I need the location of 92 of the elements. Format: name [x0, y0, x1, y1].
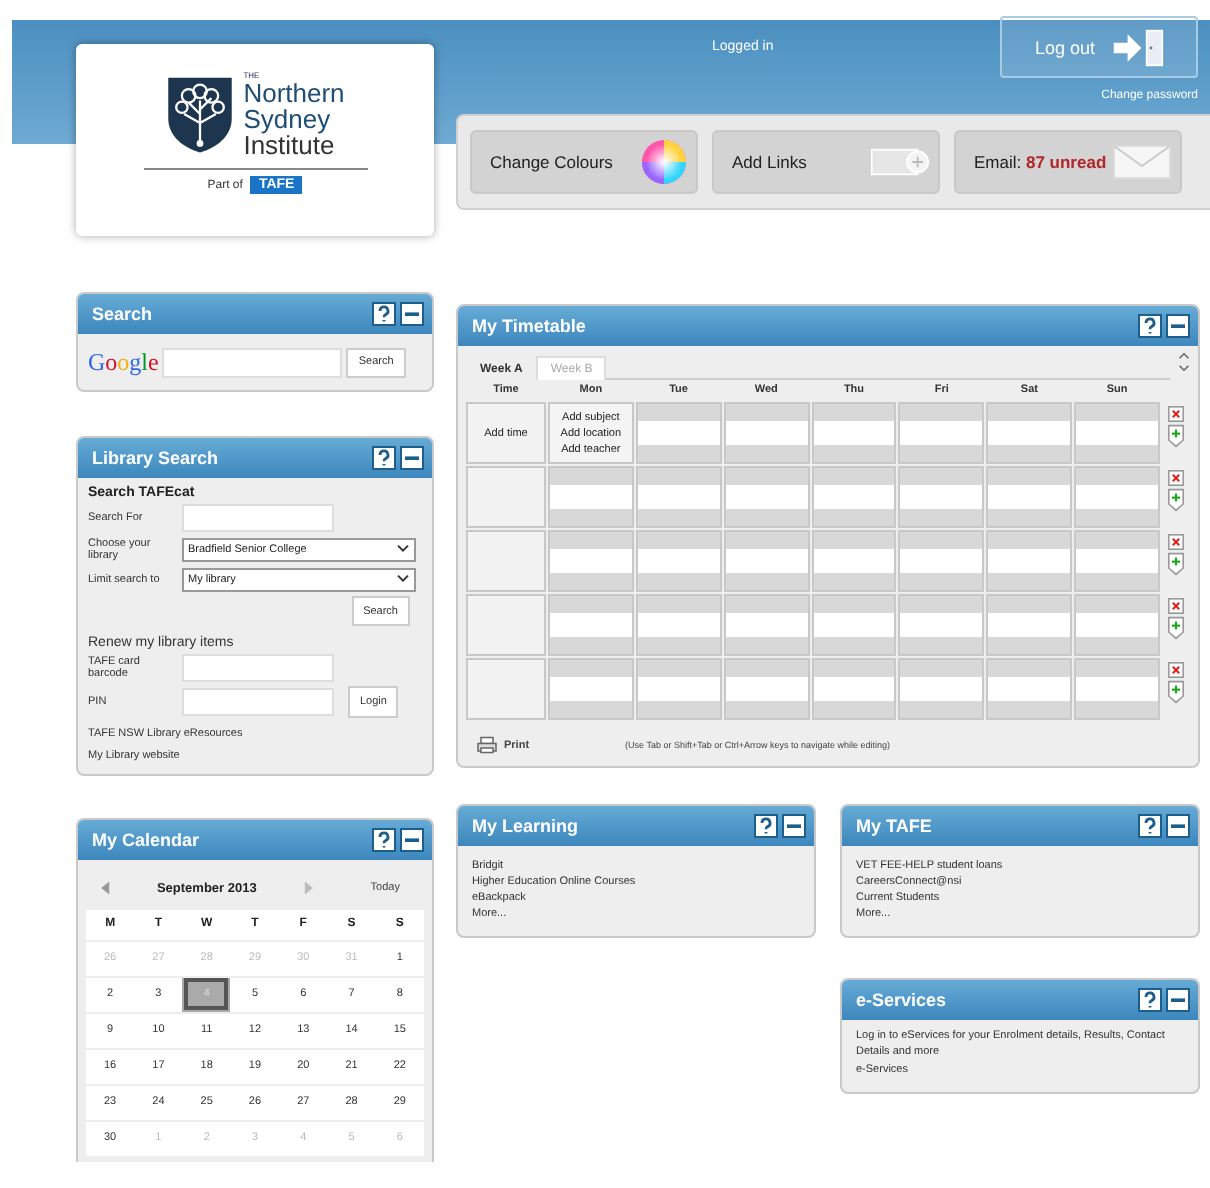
- class-cell[interactable]: [986, 530, 1073, 592]
- delete-row-icon[interactable]: [1168, 534, 1184, 550]
- text-field[interactable]: [182, 654, 334, 682]
- colour-wheel-icon: [640, 138, 688, 186]
- panel-title: e-Services: [856, 990, 947, 1010]
- printer-icon: [476, 736, 498, 754]
- class-cell[interactable]: [635, 658, 722, 720]
- logo-text: Sydney: [243, 106, 333, 132]
- panel-title: My Learning: [472, 816, 579, 836]
- class-cell[interactable]: [635, 530, 722, 592]
- toolbar-button[interactable]: Add Links: [712, 130, 940, 194]
- panel-title: My TAFE: [856, 816, 932, 836]
- chevron-down-icon: [396, 544, 410, 554]
- help-icon[interactable]: [1138, 814, 1162, 838]
- panel-title: Library Search: [92, 448, 219, 468]
- time-cell[interactable]: [466, 530, 546, 592]
- class-cell[interactable]: [986, 658, 1073, 720]
- text-field[interactable]: [182, 504, 334, 532]
- delete-row-icon[interactable]: [1168, 470, 1184, 486]
- class-cell[interactable]: [723, 530, 810, 592]
- door-arrow-icon: [1111, 27, 1164, 67]
- toolbar-button[interactable]: Change Colours: [470, 130, 698, 194]
- class-cell[interactable]: [1074, 530, 1160, 592]
- class-cell[interactable]: [986, 594, 1073, 656]
- minimize-icon[interactable]: [1166, 814, 1190, 838]
- time-cell[interactable]: [466, 594, 546, 656]
- add-row-icon[interactable]: [1168, 680, 1184, 704]
- delete-row-icon[interactable]: [1168, 598, 1184, 614]
- minimize-icon[interactable]: [1166, 988, 1190, 1012]
- google-logo: Google: [88, 347, 159, 377]
- class-cell[interactable]: [723, 594, 810, 656]
- panel-title: My Calendar: [92, 830, 200, 850]
- logo-text: Northern: [243, 80, 345, 106]
- time-cell[interactable]: [466, 658, 546, 720]
- class-cell[interactable]: [986, 466, 1073, 528]
- class-cell[interactable]: [811, 402, 897, 464]
- chevron-down-icon[interactable]: [1178, 364, 1190, 372]
- help-icon[interactable]: [372, 302, 396, 326]
- class-cell[interactable]: [723, 466, 810, 528]
- previous-month-icon[interactable]: [98, 880, 114, 896]
- minimize-icon[interactable]: [400, 828, 424, 852]
- class-cell[interactable]: [635, 594, 722, 656]
- class-cell[interactable]: [898, 402, 985, 464]
- time-cell[interactable]: [466, 466, 546, 528]
- class-cell[interactable]: [1074, 402, 1160, 464]
- help-icon[interactable]: [372, 446, 396, 470]
- help-icon[interactable]: [754, 814, 778, 838]
- class-cell[interactable]: [898, 466, 985, 528]
- class-cell[interactable]: [898, 594, 985, 656]
- minimize-icon[interactable]: [782, 814, 806, 838]
- panel-title: Search: [92, 304, 153, 324]
- help-icon[interactable]: [1138, 314, 1162, 338]
- email-label: Email: 87 unread: [974, 152, 1107, 172]
- class-cell[interactable]: [811, 658, 897, 720]
- class-cell[interactable]: [1074, 466, 1160, 528]
- chevron-down-icon: [396, 574, 410, 584]
- envelope-icon: [1112, 142, 1172, 182]
- panel-title: My Timetable: [472, 316, 586, 336]
- class-cell[interactable]: [548, 594, 634, 656]
- help-icon[interactable]: [1138, 988, 1162, 1012]
- class-cell[interactable]: [723, 402, 810, 464]
- minimize-icon[interactable]: [400, 446, 424, 470]
- minimize-icon[interactable]: [1166, 314, 1190, 338]
- help-icon[interactable]: [372, 828, 396, 852]
- delete-row-icon[interactable]: [1168, 406, 1184, 422]
- class-cell[interactable]: [898, 530, 985, 592]
- class-cell[interactable]: [1074, 594, 1160, 656]
- minimize-icon[interactable]: [400, 302, 424, 326]
- delete-row-icon[interactable]: [1168, 662, 1184, 678]
- class-cell[interactable]: [548, 466, 634, 528]
- add-row-icon[interactable]: [1168, 488, 1184, 512]
- class-cell[interactable]: [635, 466, 722, 528]
- add-row-icon[interactable]: [1168, 552, 1184, 576]
- add-row-icon[interactable]: [1168, 616, 1184, 640]
- shield-tree-icon: [165, 72, 234, 156]
- class-cell[interactable]: [986, 402, 1073, 464]
- chevron-up-icon[interactable]: [1178, 352, 1190, 360]
- class-cell[interactable]: [811, 530, 897, 592]
- class-cell[interactable]: [723, 658, 810, 720]
- class-cell[interactable]: [635, 402, 722, 464]
- add-row-icon[interactable]: [1168, 424, 1184, 448]
- class-cell[interactable]: [548, 530, 634, 592]
- class-cell[interactable]: [1074, 658, 1160, 720]
- next-month-icon[interactable]: [299, 880, 316, 896]
- text-field[interactable]: [182, 688, 334, 716]
- class-cell[interactable]: [811, 594, 897, 656]
- toolbar-button[interactable]: Email: 87 unread: [954, 130, 1182, 194]
- search-field[interactable]: [162, 347, 343, 377]
- class-cell[interactable]: [548, 658, 634, 720]
- logo-text: Institute: [243, 132, 337, 158]
- class-cell[interactable]: [811, 466, 897, 528]
- class-cell[interactable]: [898, 658, 985, 720]
